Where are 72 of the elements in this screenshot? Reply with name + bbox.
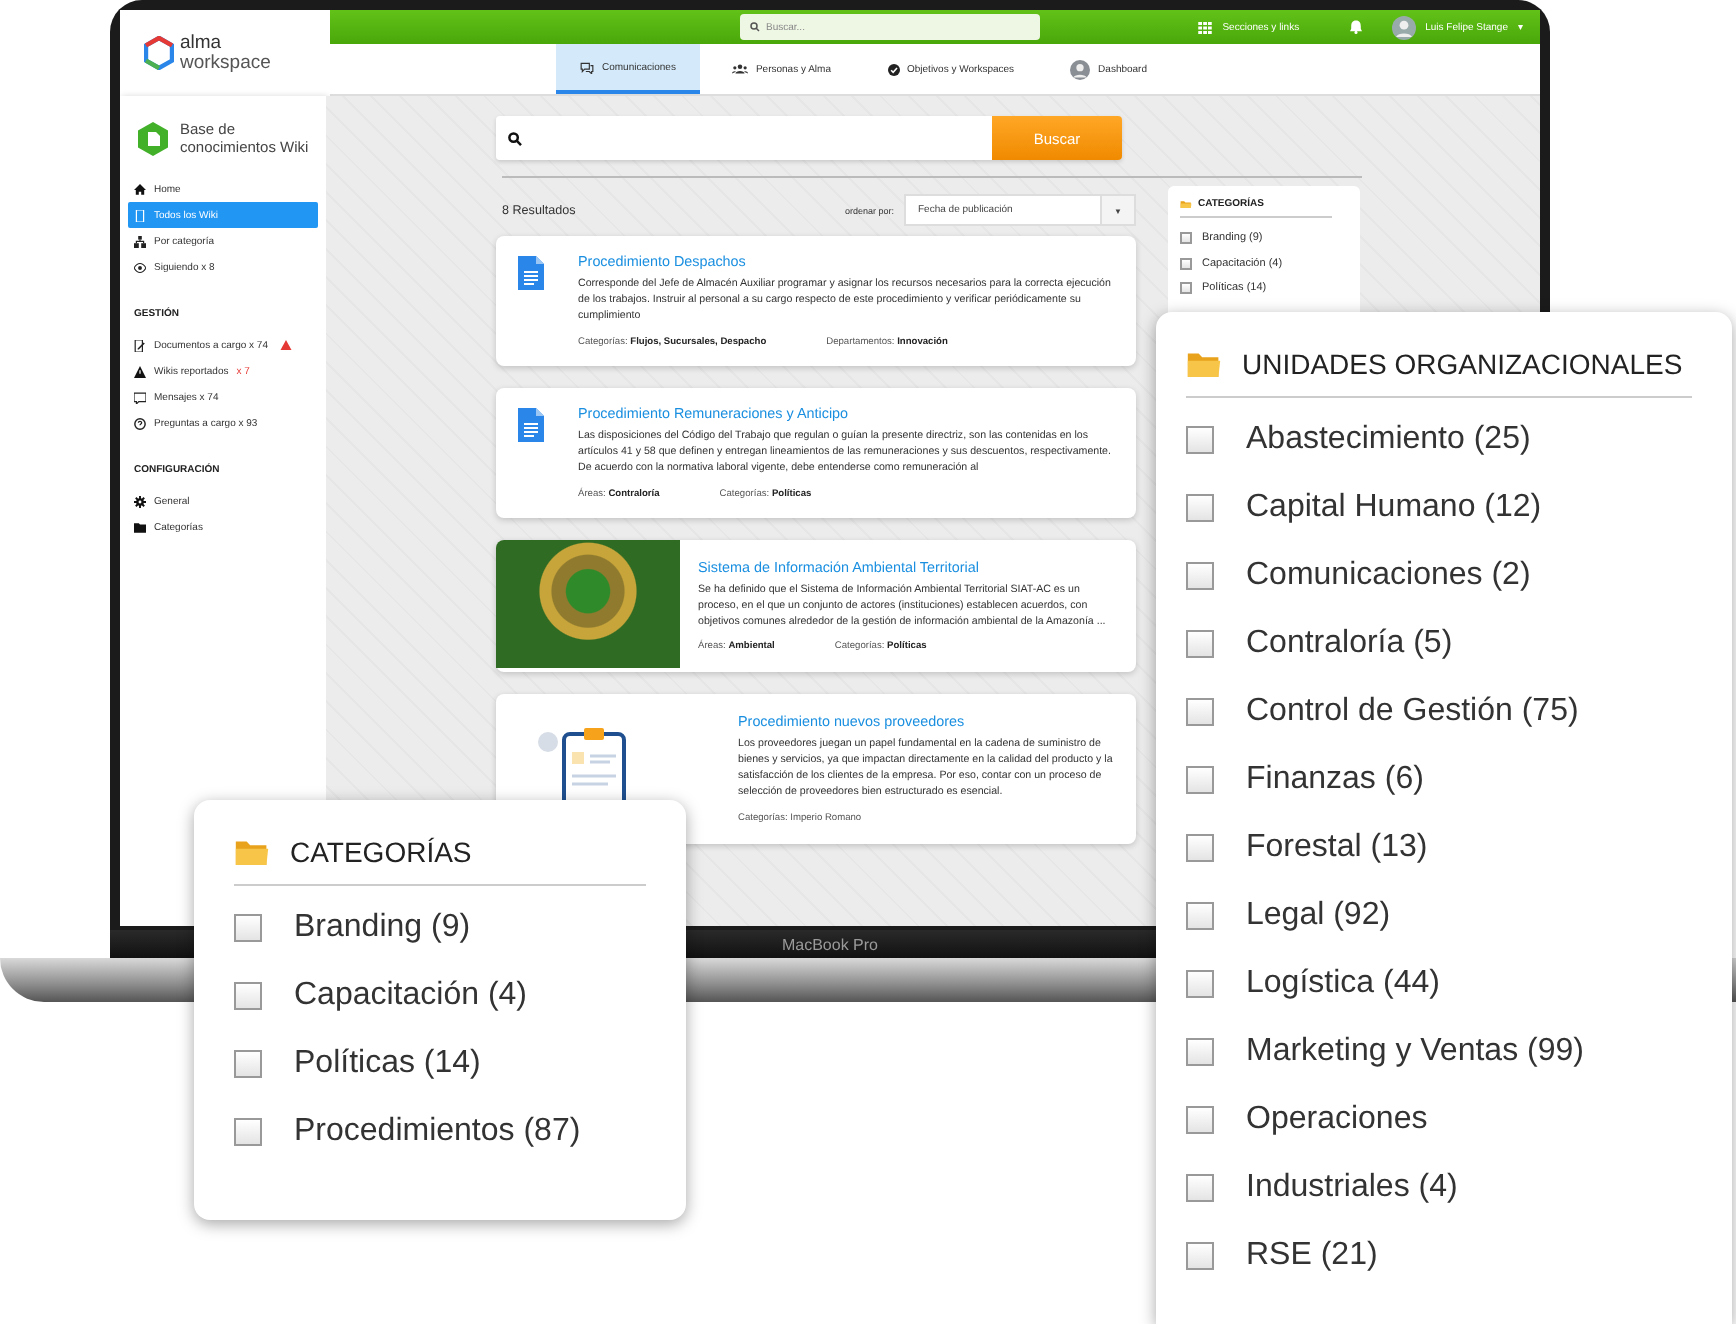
bell-icon xyxy=(1349,20,1362,34)
folder-icon xyxy=(234,837,270,867)
filter-option: Contraloría (5) xyxy=(1246,626,1453,662)
edit-document-icon xyxy=(134,339,146,351)
logo-icon xyxy=(144,36,174,70)
filter-option: Capacitación (4) xyxy=(294,978,527,1014)
warning-icon xyxy=(134,365,146,377)
checkbox[interactable] xyxy=(1186,766,1214,794)
folder-icon xyxy=(134,521,146,533)
filter-option: Forestal (13) xyxy=(1246,830,1428,866)
checkbox[interactable] xyxy=(234,914,262,942)
filter-option: Abastecimiento (25) xyxy=(1246,422,1531,458)
checkbox[interactable] xyxy=(1186,698,1214,726)
filter-option: Logística (44) xyxy=(1246,966,1440,1002)
gear-icon xyxy=(134,495,146,507)
checkbox[interactable] xyxy=(234,982,262,1010)
folder-icon xyxy=(1180,199,1192,209)
filter-option: Finanzas (6) xyxy=(1246,762,1424,798)
checkbox[interactable] xyxy=(234,1118,262,1146)
folder-icon xyxy=(1186,349,1222,379)
checkbox[interactable] xyxy=(1186,1106,1214,1134)
filter-option: RSE (21) xyxy=(1246,1238,1378,1274)
result-card[interactable] xyxy=(496,539,1136,673)
eye-icon xyxy=(134,261,146,273)
checkbox[interactable] xyxy=(1180,257,1192,270)
checkbox[interactable] xyxy=(1186,426,1214,454)
message-icon xyxy=(134,391,146,403)
search-icon xyxy=(750,22,760,32)
device-label: MacBook Pro xyxy=(781,935,879,953)
home-icon xyxy=(134,183,146,195)
checkbox[interactable] xyxy=(1186,562,1214,590)
filter-option: Capital Humano (12) xyxy=(1246,490,1542,526)
question-icon xyxy=(134,417,146,429)
filter-option: Políticas (14) xyxy=(294,1046,481,1082)
checkbox[interactable] xyxy=(234,1050,262,1078)
document-icon xyxy=(518,256,544,290)
filter-option: Branding (9) xyxy=(294,910,471,946)
avatar-icon xyxy=(1391,15,1416,39)
result-card[interactable] xyxy=(496,236,1136,366)
check-circle-icon xyxy=(887,63,899,75)
checkbox[interactable] xyxy=(1186,630,1214,658)
wiki-icon xyxy=(138,121,168,155)
logo-text: alma xyxy=(180,34,224,53)
filter-option: Control de Gestión (75) xyxy=(1246,694,1579,730)
result-card[interactable] xyxy=(496,694,1136,845)
avatar-icon xyxy=(1070,59,1091,79)
filter-option: Operaciones xyxy=(1246,1102,1428,1138)
checkbox[interactable] xyxy=(1180,282,1192,295)
logo-text: workspace xyxy=(180,53,271,72)
checkbox[interactable] xyxy=(1186,494,1214,522)
filter-option: Marketing y Ventas (99) xyxy=(1246,1034,1584,1070)
filter-option: Comunicaciones (2) xyxy=(1246,558,1531,594)
checkbox[interactable] xyxy=(1186,1174,1214,1202)
filter-option: Procedimientos (87) xyxy=(294,1114,581,1150)
checkbox[interactable] xyxy=(1180,232,1192,245)
checkbox[interactable] xyxy=(1186,1242,1214,1270)
grid-icon xyxy=(1198,21,1213,33)
result-card[interactable] xyxy=(496,387,1136,518)
hierarchy-icon xyxy=(134,235,146,247)
search-icon xyxy=(508,131,522,145)
checkbox[interactable] xyxy=(1186,902,1214,930)
page-icon xyxy=(134,209,146,221)
filter-title: CATEGORÍAS xyxy=(290,836,472,868)
filter-option: Industriales (4) xyxy=(1246,1170,1458,1206)
checkbox[interactable] xyxy=(1186,970,1214,998)
document-icon xyxy=(518,407,544,442)
checkbox[interactable] xyxy=(1186,1038,1214,1066)
chat-icon xyxy=(580,61,594,73)
people-icon xyxy=(731,64,748,74)
checkbox[interactable] xyxy=(1186,834,1214,862)
filter-title: UNIDADES ORGANIZACIONALES xyxy=(1242,348,1683,380)
filter-option: Legal (92) xyxy=(1246,898,1391,934)
